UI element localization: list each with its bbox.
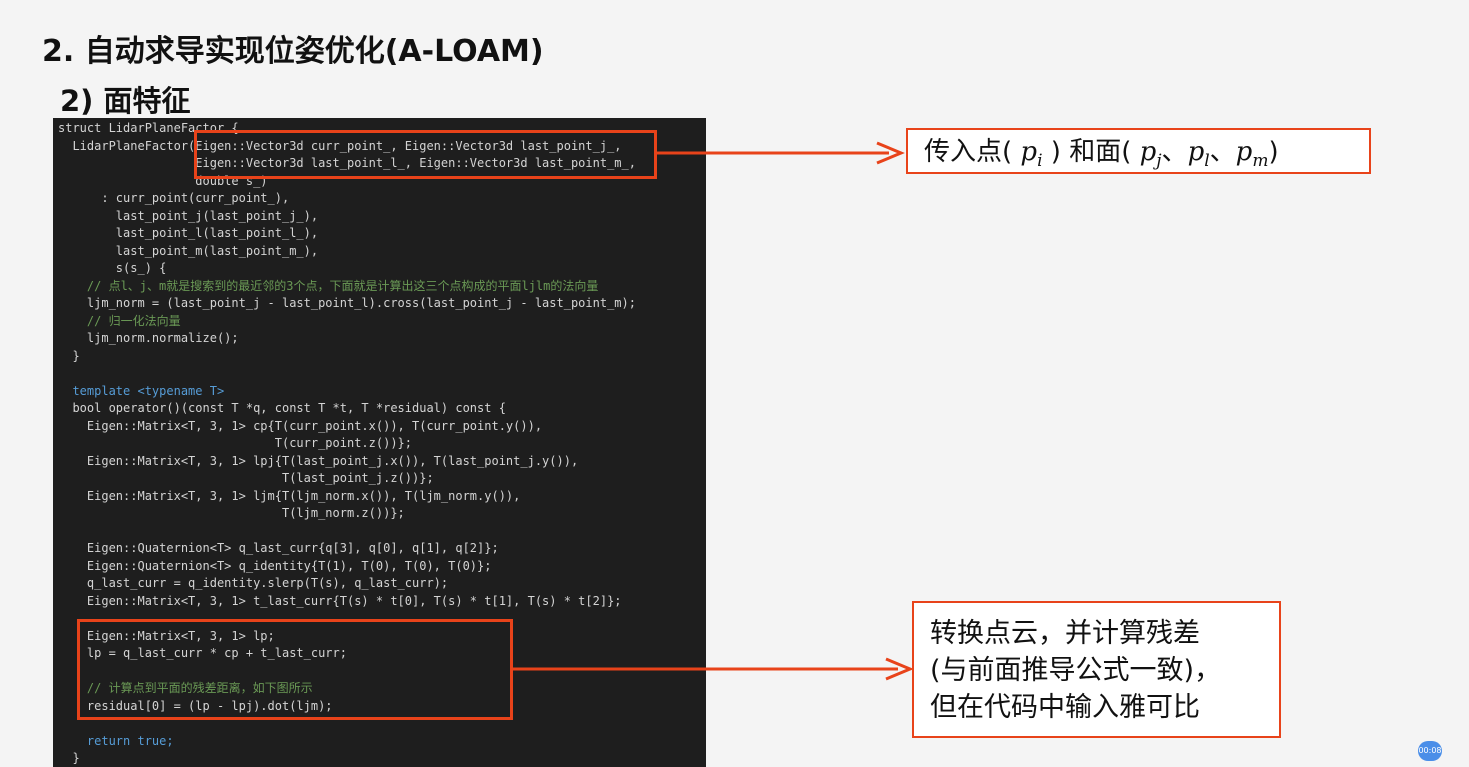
code-line: Eigen::Quaternion<T> q_last_curr{q[3], q… [58, 541, 499, 555]
code-line: ljm_norm = (last_point_j - last_point_l)… [58, 296, 636, 310]
code-line: s(s_) { [58, 261, 167, 275]
slide-title: 2. 自动求导实现位姿优化(A-LOAM) [42, 34, 544, 69]
code-line: Eigen::Matrix<T, 3, 1> lpj{T(last_point_… [58, 453, 579, 468]
callout-line: 但在代码中输入雅可比 [930, 692, 1200, 723]
code-line: bool operator()(const T *q, const T *t, … [58, 401, 506, 415]
callout-line: 转换点云，并计算残差 [930, 618, 1200, 649]
separator: 、 [1161, 137, 1188, 167]
callout-prefix: 传入点( [924, 137, 1013, 167]
arrow-to-input-callout [655, 141, 905, 165]
point-pm: pm [1235, 137, 1269, 172]
code-line: q_last_curr = q_identity.slerp(T(s), q_l… [58, 576, 449, 590]
arrow-to-transform-callout [512, 657, 914, 681]
callout-suffix: ) [1268, 137, 1279, 167]
input-points-callout: 传入点( pi ) 和面( pj、pl、pm) [906, 128, 1371, 174]
point-pl: pl [1187, 137, 1210, 172]
code-line: } [58, 348, 80, 363]
code-line: Eigen::Quaternion<T> q_identity{T(1), T(… [58, 558, 492, 573]
video-timestamp-badge[interactable]: 00:08 [1418, 741, 1442, 761]
code-line: : curr_point(curr_point_), [58, 191, 290, 205]
code-line: } [58, 751, 80, 765]
code-line: Eigen::Matrix<T, 3, 1> ljm{T(ljm_norm.x(… [58, 488, 521, 503]
code-line: T(ljm_norm.z())}; [58, 506, 405, 520]
callout-mid: ) 和面( [1050, 137, 1132, 167]
code-line: ljm_norm.normalize(); [58, 331, 239, 345]
code-comment: // 归一化法向量 [58, 313, 181, 328]
code-line: return true; [58, 733, 174, 748]
callout-line: (与前面推导公式一致)， [930, 655, 1222, 686]
point-pi: pi [1020, 137, 1043, 172]
code-line: Eigen::Matrix<T, 3, 1> cp{T(curr_point.x… [58, 418, 543, 433]
code-line: last_point_j(last_point_j_), [58, 208, 319, 223]
point-pj: pj [1139, 137, 1162, 172]
transform-residual-callout: 转换点云，并计算残差 (与前面推导公式一致)， 但在代码中输入雅可比 [912, 601, 1281, 738]
separator: 、 [1209, 137, 1236, 167]
constructor-args-highlight-box [194, 130, 657, 179]
code-comment: // 点l、j、m就是搜索到的最近邻的3个点，下面就是计算出这三个点构成的平面l… [58, 278, 599, 293]
code-line: T(last_point_j.z())}; [58, 471, 434, 485]
code-line: template <typename T> [58, 383, 225, 398]
residual-highlight-box [77, 619, 513, 720]
code-line: last_point_l(last_point_l_), [58, 226, 319, 240]
code-line: last_point_m(last_point_m_), [58, 243, 319, 258]
code-line: Eigen::Matrix<T, 3, 1> t_last_curr{T(s) … [58, 593, 622, 608]
code-line: T(curr_point.z())}; [58, 436, 413, 450]
slide-subtitle: 2) 面特征 [60, 84, 191, 118]
